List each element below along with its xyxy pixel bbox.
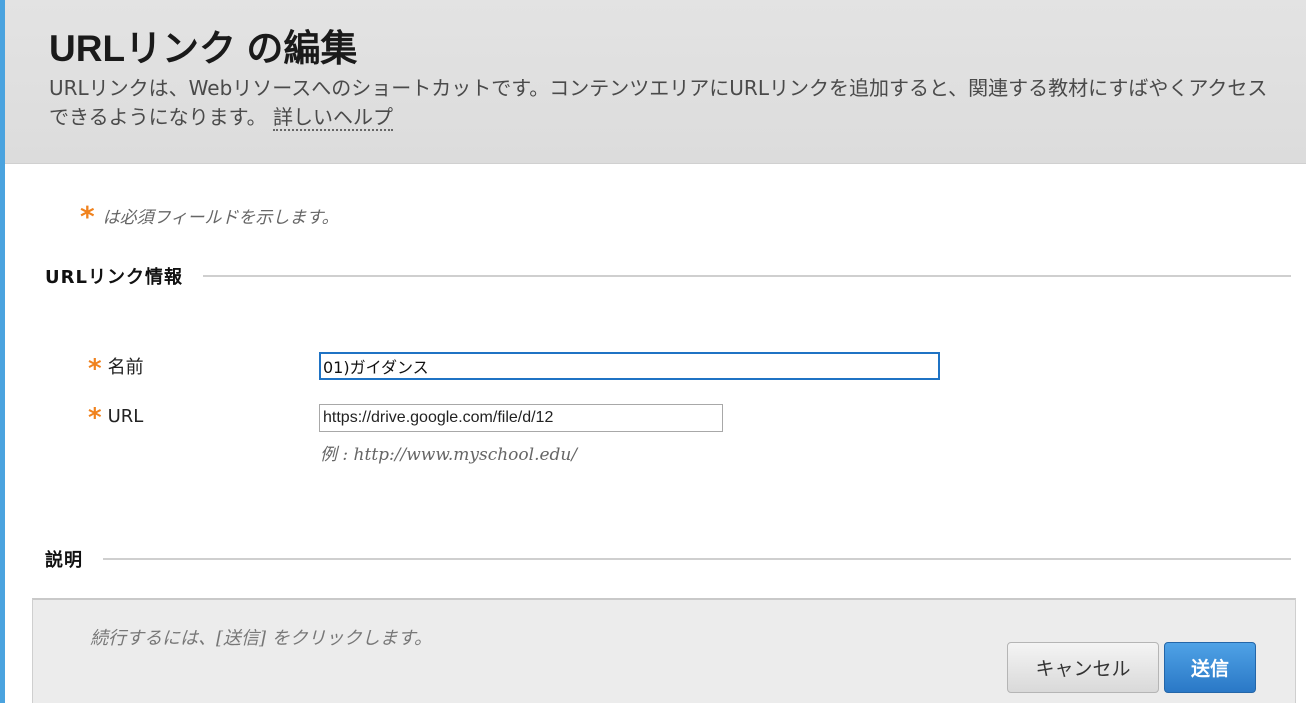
page: URLリンク の編集 URLリンクは、Webリソースへのショートカットです。コン…	[0, 0, 1306, 703]
url-input[interactable]	[319, 404, 723, 432]
url-label-text: URL	[107, 406, 144, 427]
section-url-info-title: URLリンク情報	[45, 267, 183, 288]
required-note: * は必須フィールドを示します。	[80, 200, 339, 233]
section-divider	[202, 275, 1291, 277]
name-label-text: 名前	[107, 357, 144, 378]
submit-button[interactable]: 送信	[1164, 642, 1256, 693]
name-input[interactable]	[319, 352, 940, 380]
cancel-button[interactable]: キャンセル	[1007, 642, 1159, 693]
section-url-info: URLリンク情報	[45, 263, 1291, 289]
required-star-icon: *	[88, 403, 102, 433]
required-star-icon: *	[80, 200, 95, 233]
required-note-text: は必須フィールドを示します。	[102, 208, 339, 228]
section-divider	[103, 558, 1291, 560]
page-header: URLリンク の編集 URLリンクは、Webリソースへのショートカットです。コン…	[5, 0, 1306, 164]
page-description-text: URLリンクは、Webリソースへのショートカットです。コンテンツエリアにURLリ…	[49, 76, 1268, 129]
page-description: URLリンクは、Webリソースへのショートカットです。コンテンツエリアにURLリ…	[49, 74, 1269, 132]
page-title: URLリンク の編集	[49, 28, 358, 69]
section-description-title: 説明	[45, 550, 83, 571]
footer-instruction: 続行するには、[送信] をクリックします。	[90, 628, 432, 649]
url-label: * URL	[88, 403, 143, 433]
section-description: 説明	[45, 546, 1291, 572]
name-label: * 名前	[88, 353, 144, 384]
help-link[interactable]: 詳しいヘルプ	[272, 105, 393, 131]
url-example: 例 : http://www.myschool.edu/	[320, 445, 578, 465]
submit-footer: 続行するには、[送信] をクリックします。 キャンセル 送信	[32, 598, 1296, 703]
required-star-icon: *	[88, 354, 102, 384]
